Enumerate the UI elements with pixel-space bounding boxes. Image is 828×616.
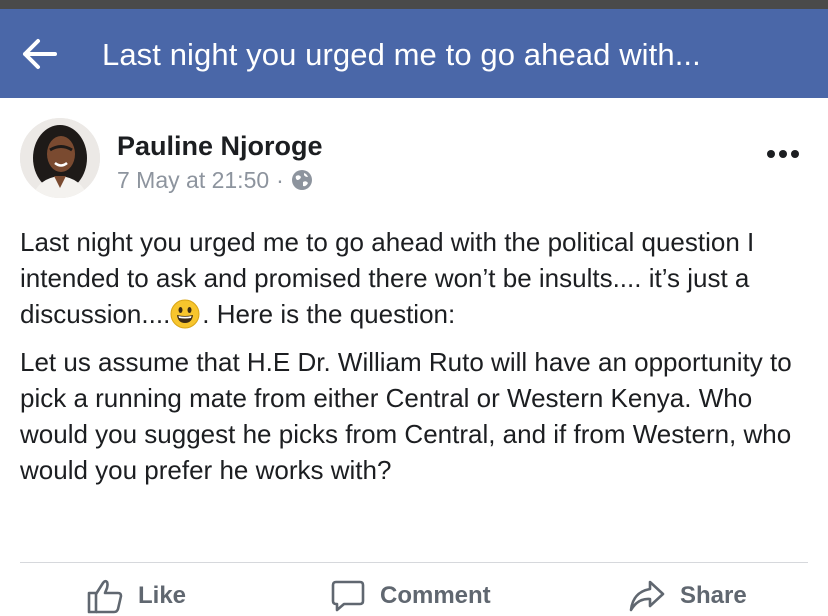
post-body: Last night you urged me to go ahead with… <box>20 224 810 500</box>
arrow-left-icon <box>23 39 57 69</box>
post-timestamp[interactable]: 7 May at 21:50 <box>117 166 269 194</box>
like-label: Like <box>138 582 187 609</box>
comment-label: Comment <box>380 582 491 609</box>
share-label: Share <box>680 582 747 609</box>
post-meta: 7 May at 21:50 · <box>117 166 313 194</box>
author-avatar[interactable] <box>20 118 100 198</box>
post-paragraph: Let us assume that H.E Dr. William Ruto … <box>20 347 792 485</box>
top-navigation-bar: Last night you urged me to go ahead with… <box>0 9 828 98</box>
profile-photo-icon <box>20 118 100 198</box>
grinning-face-emoji-icon <box>170 299 200 329</box>
globe-icon <box>291 170 312 190</box>
post-text-segment: . Here is the question: <box>202 299 456 329</box>
page-title: Last night you urged me to go ahead with… <box>102 37 701 72</box>
more-options-button[interactable] <box>764 143 804 165</box>
more-options-icon <box>767 150 799 158</box>
comment-icon <box>331 580 365 612</box>
back-button[interactable] <box>22 37 58 71</box>
like-button[interactable]: Like <box>86 576 186 616</box>
status-bar-strip <box>0 0 828 9</box>
post-paragraph: Last night you urged me to go ahead with… <box>20 224 810 332</box>
thumbs-up-icon <box>87 579 123 614</box>
share-button[interactable]: Share <box>628 576 747 616</box>
share-arrow-icon <box>629 580 665 612</box>
author-name[interactable]: Pauline Njoroge <box>117 130 323 162</box>
comment-button[interactable]: Comment <box>330 576 491 616</box>
actions-divider <box>20 562 808 563</box>
meta-separator: · <box>276 167 284 193</box>
